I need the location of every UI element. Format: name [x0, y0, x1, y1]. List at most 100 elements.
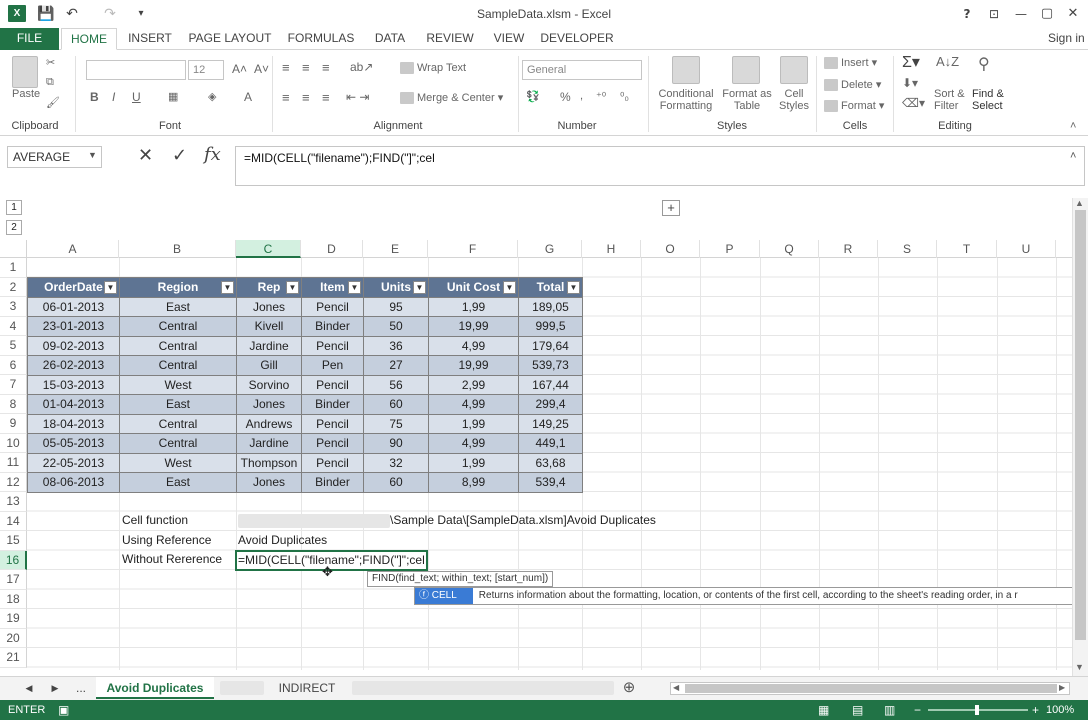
decrease-decimal-icon[interactable]: ⁰₀ — [620, 90, 629, 103]
column-header-a[interactable]: A — [27, 240, 119, 258]
paste-icon[interactable] — [12, 56, 38, 88]
table-cell[interactable]: 449,1 — [518, 433, 583, 454]
table-cell[interactable]: 539,73 — [518, 355, 583, 376]
select-all-corner[interactable] — [0, 240, 27, 258]
table-cell[interactable]: Pencil — [301, 296, 364, 317]
insert-cells-button[interactable]: Insert ▾ — [824, 56, 877, 70]
table-cell[interactable]: 999,5 — [518, 316, 583, 337]
row-header-17[interactable]: 17 — [0, 570, 27, 590]
table-cell[interactable]: Pen — [301, 355, 364, 376]
table-cell[interactable]: 539,4 — [518, 472, 583, 493]
formula-input[interactable]: =MID(CELL("filename");FIND("]";cel — [235, 146, 1085, 186]
table-cell[interactable]: Andrews — [236, 413, 302, 434]
using-reference-label[interactable]: Using Reference — [122, 533, 211, 547]
collapse-formula-bar-icon[interactable]: ˄ — [1070, 150, 1076, 162]
zoom-out-icon[interactable]: − — [914, 700, 921, 720]
table-cell[interactable]: Pencil — [301, 413, 364, 434]
table-cell[interactable]: Pencil — [301, 433, 364, 454]
align-middle-icon[interactable]: ≡ — [302, 60, 310, 75]
table-cell[interactable]: Jones — [236, 394, 302, 415]
normal-view-icon[interactable]: ▦ — [818, 700, 829, 720]
table-cell[interactable]: East — [119, 472, 237, 493]
table-cell[interactable]: 4,99 — [428, 394, 519, 415]
table-cell[interactable]: Central — [119, 335, 237, 356]
scroll-down-icon[interactable]: ▼ — [1075, 662, 1084, 672]
align-top-icon[interactable]: ≡ — [282, 60, 290, 75]
new-sheet-icon[interactable]: ⊕ — [618, 677, 640, 699]
filter-dropdown-icon[interactable]: ▼ — [221, 281, 234, 294]
header-region[interactable]: Region ▼ — [119, 277, 237, 298]
tab-developer[interactable]: DEVELOPER — [540, 28, 614, 50]
table-cell[interactable]: Kivell — [236, 316, 302, 337]
table-cell[interactable]: Central — [119, 316, 237, 337]
column-header-p[interactable]: P — [700, 240, 760, 258]
font-size-combo[interactable]: 12 — [188, 60, 224, 80]
table-cell[interactable]: 4,99 — [428, 433, 519, 454]
increase-decimal-icon[interactable]: ⁺⁰ — [596, 90, 606, 103]
next-sheet-icon[interactable]: ▶ — [48, 677, 62, 699]
scroll-left-icon[interactable]: ◀ — [673, 683, 679, 692]
page-break-view-icon[interactable]: ▥ — [884, 700, 895, 720]
row-header-18[interactable]: 18 — [0, 589, 27, 609]
row-header-11[interactable]: 11 — [0, 453, 27, 473]
vertical-scrollbar[interactable]: ▲ ▼ — [1072, 198, 1088, 676]
row-header-9[interactable]: 9 — [0, 414, 27, 434]
column-header-b[interactable]: B — [119, 240, 236, 258]
prev-sheet-icon[interactable]: ◀ — [22, 677, 36, 699]
table-cell[interactable]: 2,99 — [428, 374, 519, 395]
column-header-r[interactable]: R — [819, 240, 878, 258]
table-cell[interactable]: Jardine — [236, 433, 302, 454]
column-header-h[interactable]: H — [582, 240, 641, 258]
row-header-13[interactable]: 13 — [0, 492, 27, 512]
fill-icon[interactable]: ⬇▾ — [902, 76, 918, 90]
header-unit-cost[interactable]: Unit Cost ▼ — [428, 277, 519, 298]
table-cell[interactable]: Thompson — [236, 452, 302, 473]
cut-icon[interactable]: ✂ — [46, 56, 55, 69]
table-cell[interactable]: 90 — [363, 433, 429, 454]
column-header-t[interactable]: T — [937, 240, 997, 258]
row-header-12[interactable]: 12 — [0, 472, 27, 492]
table-cell[interactable]: 1,99 — [428, 296, 519, 317]
outline-level-1[interactable]: 1 — [6, 200, 22, 215]
tab-page-layout[interactable]: PAGE LAYOUT — [184, 28, 276, 50]
header-orderdate[interactable]: OrderDate ▼ — [27, 277, 120, 298]
page-layout-view-icon[interactable]: ▤ — [852, 700, 863, 720]
borders-icon[interactable]: ▦ — [168, 90, 178, 103]
sheet-tab-avoid-duplicates[interactable]: Avoid Duplicates — [96, 677, 214, 699]
table-cell[interactable]: Binder — [301, 316, 364, 337]
table-cell[interactable]: 299,4 — [518, 394, 583, 415]
row-header-15[interactable]: 15 — [0, 531, 27, 551]
table-cell[interactable]: 08-06-2013 — [27, 472, 120, 493]
filter-dropdown-icon[interactable]: ▼ — [104, 281, 117, 294]
table-cell[interactable]: 18-04-2013 — [27, 413, 120, 434]
format-painter-icon[interactable]: 🖌 — [46, 96, 60, 109]
row-header-3[interactable]: 3 — [0, 297, 27, 317]
table-cell[interactable]: 4,99 — [428, 335, 519, 356]
table-cell[interactable]: 26-02-2013 — [27, 355, 120, 376]
table-cell[interactable]: 1,99 — [428, 413, 519, 434]
table-cell[interactable]: 50 — [363, 316, 429, 337]
row-header-6[interactable]: 6 — [0, 355, 27, 375]
tab-view[interactable]: VIEW — [486, 28, 532, 50]
close-icon[interactable]: ✕ — [1064, 4, 1082, 24]
table-cell[interactable]: Jones — [236, 296, 302, 317]
table-cell[interactable]: 189,05 — [518, 296, 583, 317]
row-header-5[interactable]: 5 — [0, 336, 27, 356]
table-cell[interactable]: 19,99 — [428, 355, 519, 376]
table-cell[interactable]: 8,99 — [428, 472, 519, 493]
row-header-16[interactable]: 16 — [0, 550, 27, 570]
maximize-icon[interactable]: ▢ — [1038, 4, 1056, 24]
delete-cells-button[interactable]: Delete ▾ — [824, 78, 881, 92]
italic-button[interactable]: I — [112, 90, 115, 104]
table-cell[interactable]: 15-03-2013 — [27, 374, 120, 395]
row-header-8[interactable]: 8 — [0, 394, 27, 414]
table-cell[interactable]: 1,99 — [428, 452, 519, 473]
cell-function-label[interactable]: Cell function — [122, 513, 188, 527]
row-header-10[interactable]: 10 — [0, 433, 27, 453]
expand-columns-button[interactable]: + — [662, 200, 680, 216]
table-cell[interactable]: 167,44 — [518, 374, 583, 395]
merge-center-button[interactable]: Merge & Center ▾ — [400, 91, 503, 105]
row-header-4[interactable]: 4 — [0, 316, 27, 336]
header-rep[interactable]: Rep ▼ — [236, 277, 302, 298]
table-cell[interactable]: 179,64 — [518, 335, 583, 356]
